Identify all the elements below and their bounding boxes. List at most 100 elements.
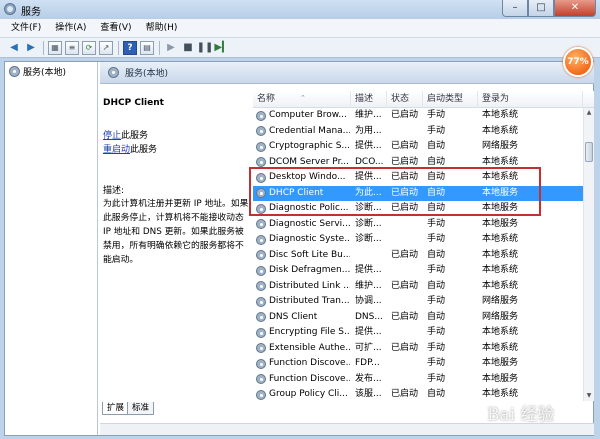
service-startup-type: 手动 (427, 234, 446, 244)
table-row[interactable]: Disc Soft Lite Bu... 已启动 自动 本地系统 (253, 248, 583, 263)
service-name: Function Discove... (269, 358, 350, 368)
service-startup-type: 自动 (427, 280, 446, 291)
tab-extended[interactable]: 扩展 (102, 402, 130, 415)
service-description: 提供... (355, 327, 382, 337)
services-window: 服务 – □ ✕ 文件(F) 操作(A) 查看(V) 帮助(H) ◀ ▶ ▦ ≡… (0, 0, 600, 439)
pause-icon[interactable]: ❚❚ (197, 41, 214, 55)
service-name: Group Policy Cli... (269, 389, 348, 399)
console-tree-icon[interactable]: ▦ (48, 40, 62, 55)
table-row[interactable]: Computer Brow... 维护... 已启动 手动 本地系统 (253, 108, 583, 123)
minimize-button[interactable]: – (502, 0, 528, 17)
service-description: 可扩... (355, 342, 382, 353)
service-name-cell: Credential Mana... (256, 124, 350, 139)
description-text: 为此计算机注册并更新 IP 地址。如果 此服务停止，计算机将不能接收动态 IP … (103, 199, 249, 265)
table-row[interactable]: Group Policy Cli... 该服... 已启动 自动 本地系统 (253, 387, 583, 401)
service-logon-as: 本地系统 (482, 110, 519, 120)
help-icon[interactable]: ? (123, 40, 137, 55)
service-logon-as: 网络服务 (482, 311, 519, 322)
window-title: 服务 (21, 7, 41, 18)
usage-percent-badge[interactable]: 77% (563, 47, 593, 77)
stop-icon[interactable]: ■ (181, 41, 195, 55)
table-row[interactable]: Diagnostic Servi... 诊断... 手动 本地服务 (253, 217, 583, 232)
table-row[interactable]: DNS Client DNS... 已启动 自动 网络服务 (253, 310, 583, 325)
service-name-cell: Distributed Link ... (256, 279, 350, 294)
menu-file[interactable]: 文件(F) (4, 19, 48, 38)
view-tabs: 扩展 标准 (100, 402, 255, 416)
restart-icon[interactable]: ▶▎ (214, 41, 229, 55)
service-logon-as: 本地系统 (482, 327, 519, 337)
gear-icon (256, 250, 266, 260)
service-startup-type: 手动 (427, 342, 446, 353)
stop-service-link[interactable]: 停止此服务 (103, 128, 148, 141)
column-header-status[interactable]: 状态 (387, 91, 423, 108)
service-name: Disk Defragmen... (269, 265, 350, 275)
scroll-up-icon[interactable]: ▲ (584, 108, 594, 118)
service-name: Credential Mana... (269, 125, 350, 136)
table-row[interactable]: Cryptographic S... 提供... 已启动 自动 网络服务 (253, 139, 583, 154)
forward-icon[interactable]: ▶ (24, 41, 38, 55)
tree-item-services-local[interactable]: 服务(本地) (7, 64, 68, 78)
table-row[interactable]: Distributed Link ... 维护... 已启动 自动 本地系统 (253, 279, 583, 294)
table-row[interactable]: Encrypting File S... 提供... 手动 本地系统 (253, 325, 583, 340)
column-header-startup-type[interactable]: 启动类型 (423, 91, 478, 108)
service-name: Function Discove... (269, 373, 350, 384)
service-description: 诊断... (355, 218, 382, 229)
service-startup-type: 自动 (427, 389, 446, 399)
service-status: 已启动 (391, 389, 419, 399)
table-row[interactable]: Diagnostic Syste... 诊断... 手动 本地系统 (253, 232, 583, 247)
menu-action[interactable]: 操作(A) (48, 19, 93, 38)
refresh-icon[interactable]: ⟳ (82, 40, 96, 55)
service-logon-as: 本地系统 (482, 389, 519, 399)
close-button[interactable]: ✕ (554, 0, 596, 17)
gear-icon (256, 126, 266, 136)
export-icon[interactable]: ↗ (99, 40, 113, 55)
service-startup-type: 手动 (427, 218, 446, 229)
service-status (391, 217, 425, 232)
table-row[interactable]: Distributed Tran... 协调... 手动 网络服务 (253, 294, 583, 309)
restart-service-link[interactable]: 重启动此服务 (103, 142, 157, 155)
gear-icon (256, 343, 266, 353)
scroll-thumb[interactable] (585, 142, 593, 162)
restart-link-suffix: 此服务 (130, 145, 158, 155)
service-status: 已启动 (391, 342, 419, 353)
tab-standard[interactable]: 标准 (127, 402, 155, 415)
gear-icon (256, 374, 266, 384)
back-icon[interactable]: ◀ (7, 41, 21, 55)
gear-icon (256, 327, 266, 338)
service-description: 维护... (355, 110, 382, 120)
table-row[interactable]: Function Discove... FDP... 手动 本地服务 (253, 356, 583, 371)
service-startup-type: 自动 (427, 249, 446, 260)
table-row[interactable]: Disk Defragmen... 提供... 手动 本地系统 (253, 263, 583, 278)
service-status (391, 124, 425, 139)
service-logon-as: 网络服务 (482, 141, 519, 151)
content-header: 服务(本地) (100, 62, 594, 84)
service-name-cell: Computer Brow... (256, 108, 350, 123)
toolbar-separator (43, 40, 44, 55)
stop-link-text[interactable]: 停止 (103, 131, 121, 141)
column-header-name[interactable]: 名称 ⌃ (253, 91, 351, 108)
table-row[interactable]: Extensible Authe... 可扩... 已启动 手动 本地系统 (253, 341, 583, 356)
highlight-annotation-box (249, 167, 541, 216)
service-logon-as: 本地系统 (482, 234, 519, 244)
menu-view[interactable]: 查看(V) (93, 19, 138, 38)
toolbar: ◀ ▶ ▦ ≡ ⟳ ↗ ? ▤ ▶ ■ ❚❚ ▶▎ (0, 38, 600, 58)
title-bar[interactable]: 服务 – □ ✕ (0, 0, 600, 19)
properties-icon[interactable]: ▤ (140, 40, 154, 55)
vertical-scrollbar[interactable]: ▲ ▼ (583, 108, 594, 401)
maximize-button[interactable]: □ (528, 0, 554, 17)
gear-icon (256, 141, 266, 152)
table-row[interactable]: Credential Mana... 为用... 手动 本地系统 (253, 124, 583, 139)
table-row[interactable]: Function Discove... 发布... 手动 本地服务 (253, 372, 583, 387)
column-header-logon[interactable]: 登录为 (478, 91, 583, 108)
service-name: Encrypting File S... (269, 327, 350, 337)
content-header-title: 服务(本地) (125, 69, 169, 79)
service-description: DNS... (355, 311, 383, 322)
restart-link-text[interactable]: 重启动 (103, 145, 130, 155)
console-tree: 服务(本地) (5, 62, 98, 435)
column-header-name-label: 名称 (257, 94, 276, 104)
column-header-description[interactable]: 描述 (351, 91, 387, 108)
play-icon[interactable]: ▶ (164, 41, 178, 55)
menu-help[interactable]: 帮助(H) (139, 19, 185, 38)
list-icon[interactable]: ≡ (65, 40, 79, 55)
service-logon-as: 本地系统 (482, 249, 519, 260)
